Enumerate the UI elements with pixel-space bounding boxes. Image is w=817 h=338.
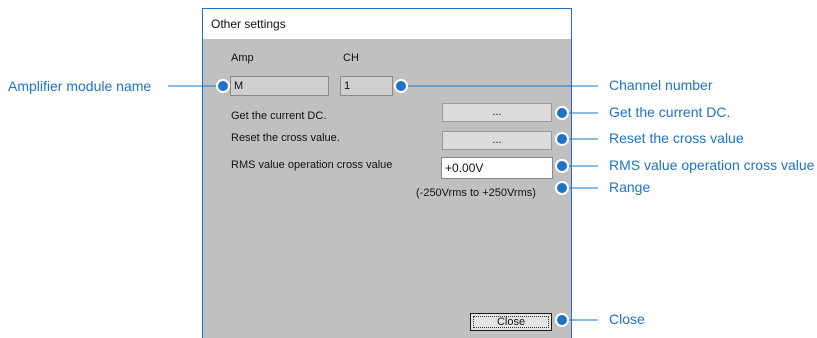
amp-callout-dot — [216, 79, 230, 93]
amplifier-module-name-callout: Amplifier module name — [8, 78, 152, 94]
reset-cross-value-callout: Reset the cross value — [609, 130, 744, 146]
rms-cross-value-callout: RMS value operation cross value — [609, 157, 815, 173]
reset-callout-dot — [555, 132, 569, 146]
close-callout: Close — [609, 311, 645, 327]
range-callout-dot — [555, 181, 569, 195]
channel-callout-dot — [394, 79, 408, 93]
get-current-dc-callout: Get the current DC. — [609, 104, 731, 120]
get-dc-callout-dot — [555, 106, 569, 120]
channel-number-callout: Channel number — [609, 77, 713, 93]
close-callout-dot — [555, 313, 569, 327]
range-callout: Range — [609, 179, 651, 195]
rms-callout-dot — [555, 159, 569, 173]
